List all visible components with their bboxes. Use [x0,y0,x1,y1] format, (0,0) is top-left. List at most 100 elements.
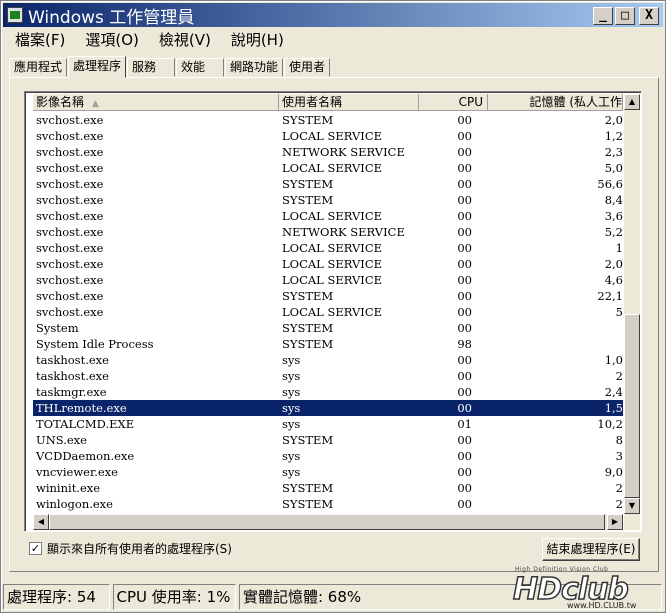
table-row[interactable]: svchost.exe LOCAL SERVICE 00 5,0 [33,160,623,176]
table-row[interactable]: svchost.exe LOCAL SERVICE 00 1,2 [33,128,623,144]
cell-memory: 8 [615,433,623,447]
table-row[interactable]: svchost.exe SYSTEM 00 2,0 [33,112,623,128]
cell-cpu: 00 [457,113,472,127]
table-row-selected[interactable]: THLremote.exe sys 00 1,5 [32,399,624,417]
cell-cpu: 00 [457,225,472,239]
cell-memory: 2 [615,481,623,495]
cell-image-name: taskmgr.exe [36,385,107,399]
horizontal-scroll-thumb[interactable] [49,514,605,530]
table-row[interactable]: wininit.exe SYSTEM 00 2 [33,480,623,496]
maximize-button[interactable]: □ [615,7,635,25]
column-header-memory[interactable]: 記憶體 (私人工作 [488,94,623,111]
vertical-scroll-thumb[interactable] [624,314,640,498]
cell-memory: 4,6 [604,273,623,287]
tab-performance[interactable]: 效能 [176,58,225,77]
show-all-users-label: 顯示來自所有使用者的處理程序(S) [47,542,232,556]
table-row[interactable]: svchost.exe LOCAL SERVICE 00 4,6 [33,272,623,288]
close-button[interactable]: X [639,7,659,25]
cell-user-name: SYSTEM [282,113,334,127]
table-row[interactable]: svchost.exe LOCAL SERVICE 00 3,6 [33,208,623,224]
scroll-right-arrow-icon[interactable]: ▶ [607,514,623,530]
menu-bar: 檔案(F) 選項(O) 檢視(V) 說明(H) [5,27,294,51]
cell-user-name: sys [282,465,301,479]
cell-user-name: LOCAL SERVICE [282,161,383,175]
menu-help[interactable]: 說明(H) [221,29,294,50]
title-bar[interactable]: Windows 工作管理員 _ □ X [3,3,663,28]
cell-memory: 10,2 [597,417,623,431]
cell-memory: 3,6 [604,209,623,223]
cell-image-name: vncviewer.exe [36,465,118,479]
table-row[interactable]: svchost.exe SYSTEM 00 8,4 [33,192,623,208]
cell-memory: 8,4 [604,193,623,207]
cell-cpu: 00 [457,465,472,479]
scroll-left-arrow-icon[interactable]: ◀ [33,514,49,530]
table-row[interactable]: svchost.exe LOCAL SERVICE 00 5 [33,304,623,320]
cell-memory: 1,5 [604,401,623,415]
cell-user-name: sys [282,417,301,431]
table-row[interactable]: vncviewer.exe sys 00 9,0 [33,464,623,480]
cell-memory: 2,0 [604,257,623,271]
process-rows: svchost.exe SYSTEM 00 2,0 svchost.exe LOCAL S… [32,112,624,512]
cell-image-name: TOTALCMD.EXE [36,417,135,431]
menu-file[interactable]: 檔案(F) [5,29,75,50]
show-all-users-checkbox[interactable]: ✓ [29,542,42,555]
cell-user-name: SYSTEM [282,481,334,495]
table-row[interactable]: svchost.exe LOCAL SERVICE 00 2,0 [33,256,623,272]
column-header-cpu[interactable]: CPU [419,94,488,111]
cell-cpu: 01 [457,417,472,431]
table-row[interactable]: VCDDaemon.exe sys 00 3 [33,448,623,464]
cell-user-name: LOCAL SERVICE [282,209,383,223]
cell-image-name: svchost.exe [36,225,104,239]
cell-memory: 1 [615,241,623,255]
minimize-button[interactable]: _ [593,7,613,25]
cell-memory: 9,0 [604,465,623,479]
table-row[interactable]: System Idle Process SYSTEM 98 [33,336,623,352]
scrollbar-corner [624,514,640,530]
menu-view[interactable]: 檢視(V) [149,29,221,50]
scroll-down-arrow-icon[interactable]: ▼ [624,498,640,514]
table-row[interactable]: System SYSTEM 00 [33,320,623,336]
scroll-up-arrow-icon[interactable]: ▲ [624,94,640,110]
cell-image-name: svchost.exe [36,129,104,143]
cell-image-name: THLremote.exe [36,401,127,415]
table-row[interactable]: svchost.exe SYSTEM 00 56,6 [33,176,623,192]
task-manager-window: Windows 工作管理員 _ □ X 檔案(F) 選項(O) 檢視(V) 說明… [0,0,666,613]
cell-cpu: 00 [457,497,472,511]
cell-cpu: 00 [457,289,472,303]
tab-networking[interactable]: 網路功能 [225,58,284,77]
tab-users[interactable]: 使用者 [284,58,331,77]
table-row[interactable]: svchost.exe NETWORK SERVICE 00 2,3 [33,144,623,160]
cell-image-name: svchost.exe [36,209,104,223]
table-row[interactable]: svchost.exe NETWORK SERVICE 00 5,2 [33,224,623,240]
table-row[interactable]: UNS.exe SYSTEM 00 8 [33,432,623,448]
cell-user-name: SYSTEM [282,433,334,447]
table-row[interactable]: taskmgr.exe sys 00 2,4 [33,384,623,400]
end-process-button[interactable]: 結束處理程序(E) [542,538,640,561]
sort-ascending-icon: ▲ [92,99,99,109]
column-header-user-name[interactable]: 使用者名稱 [279,94,419,111]
vertical-scrollbar[interactable]: ▲ ▼ [624,94,640,514]
table-row[interactable]: svchost.exe LOCAL SERVICE 00 1 [33,240,623,256]
tab-processes[interactable]: 處理程序 [68,56,127,78]
tab-applications[interactable]: 應用程式 [9,58,68,77]
table-row[interactable]: svchost.exe SYSTEM 00 22,1 [33,288,623,304]
column-header-image-name[interactable]: 影像名稱 ▲ [33,94,279,111]
process-list[interactable]: 影像名稱 ▲ 使用者名稱 CPU 記憶體 (私人工作 svchost.exe SYS… [24,91,642,532]
horizontal-scrollbar[interactable]: ◀ ▶ [33,514,623,530]
window-title: Windows 工作管理員 [28,7,195,28]
show-all-users-option[interactable]: ✓ 顯示來自所有使用者的處理程序(S) [29,540,232,557]
cell-cpu: 00 [457,401,472,415]
tab-services[interactable]: 服務 [127,58,176,77]
cell-cpu: 00 [457,273,472,287]
table-row[interactable]: TOTALCMD.EXE sys 01 10,2 [33,416,623,432]
cell-cpu: 00 [457,193,472,207]
cell-image-name: svchost.exe [36,257,104,271]
cell-image-name: svchost.exe [36,289,104,303]
cell-user-name: NETWORK SERVICE [282,225,405,239]
table-row[interactable]: taskhost.exe sys 00 2 [33,368,623,384]
cell-user-name: sys [282,401,301,415]
menu-options[interactable]: 選項(O) [75,29,149,50]
table-row[interactable]: winlogon.exe SYSTEM 00 2 [33,496,623,512]
cell-memory: 22,1 [597,289,623,303]
table-row[interactable]: taskhost.exe sys 00 1,0 [33,352,623,368]
